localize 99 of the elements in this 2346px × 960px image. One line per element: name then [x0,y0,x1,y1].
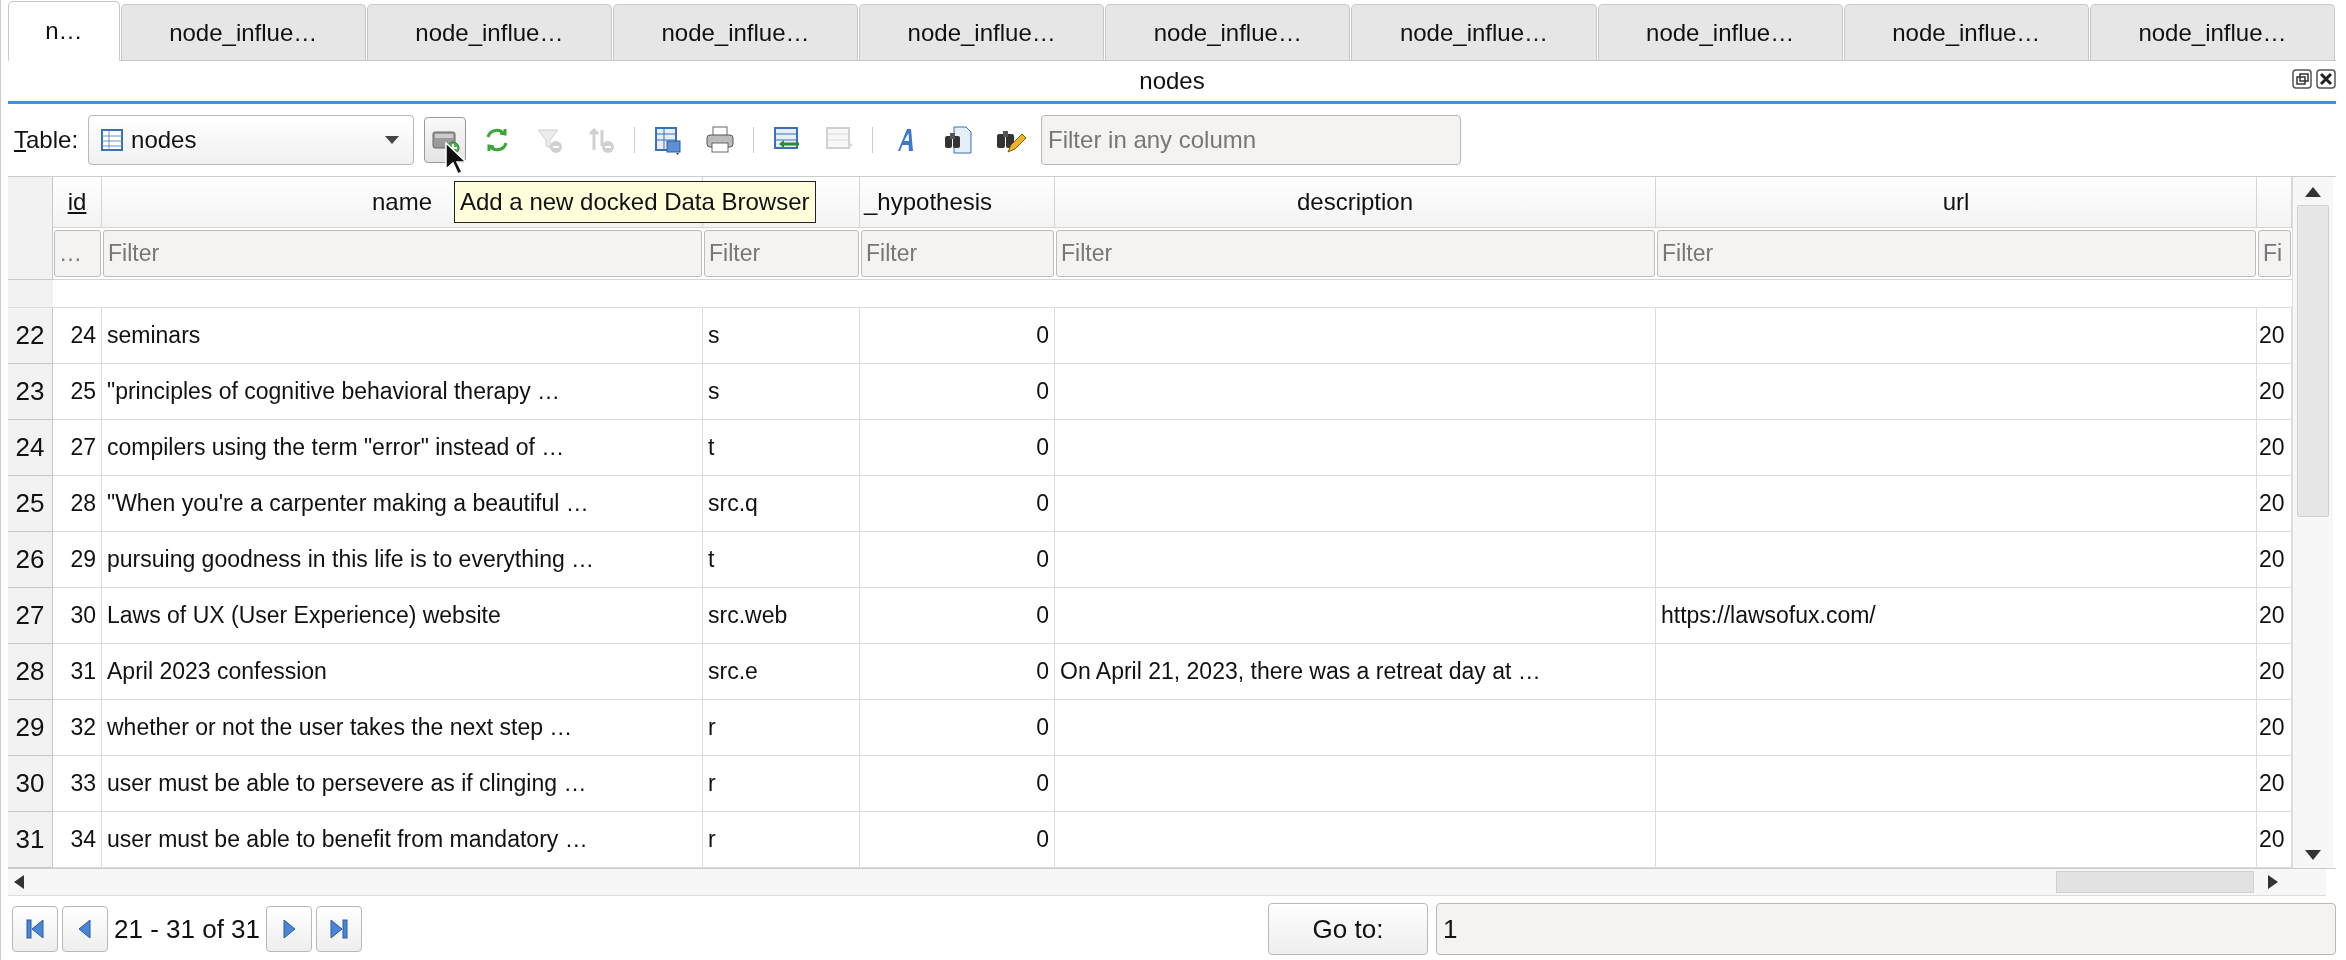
last-page-button[interactable] [316,906,362,952]
page-range: 21 - 31 of 31 [114,913,260,945]
tab[interactable]: node_influe… [1351,4,1597,60]
table-cell: 0 [860,756,1055,812]
column-filter-field[interactable]: Filter [1657,230,2256,277]
scroll-right-icon [2268,875,2278,889]
column-header[interactable]: description [1055,177,1656,228]
tooltip: Add a new docked Data Browser [454,181,816,223]
table-cell: 0 [860,532,1055,588]
row-number[interactable]: 30 [8,756,53,812]
close-icon[interactable] [2316,69,2336,89]
table-cell: r [703,812,860,868]
table-cell: src.web [703,588,860,644]
column-filter-field[interactable]: Filter [861,230,1054,277]
table-cell: 25 [53,364,102,420]
table-cell: "principles of cognitive behavioral therapy … [102,364,703,420]
table-cell: On April 21, 2023, there was a retreat day at … [1055,644,1656,700]
vertical-scrollbar[interactable] [2292,177,2333,868]
go-to-field[interactable]: 1 [1436,903,2336,955]
table-cell: 0 [860,476,1055,532]
float-icon[interactable] [2292,69,2312,89]
column-filter-field[interactable]: … [54,230,101,277]
table-cell: user must be able to persevere as if clinging … [102,756,703,812]
row-number[interactable]: 31 [8,812,53,868]
table-cell: 0 [860,308,1055,364]
table-cell: 0 [860,700,1055,756]
table-cell: r [703,700,860,756]
table-cell: 0 [860,420,1055,476]
table-cell: 24 [53,308,102,364]
next-page-button[interactable] [266,906,312,952]
tab[interactable]: node_influe… [120,4,366,60]
row-number[interactable]: 25 [8,476,53,532]
row-number[interactable]: 23 [8,364,53,420]
mouse-pointer-icon [444,141,466,175]
tab[interactable]: node_influe… [1105,4,1351,60]
caret-icon [385,136,400,144]
table-cell: 0 [860,644,1055,700]
first-page-icon [25,918,45,940]
table-cell: src.q [703,476,860,532]
table-cell: 30 [53,588,102,644]
binoculars-document-icon [942,124,975,156]
table-cell: Laws of UX (User Experience) website [102,588,703,644]
table-cell: pursuing goodness in this life is to everything … [102,532,703,588]
row-number[interactable]: 24 [8,420,53,476]
scroll-up-icon [2305,187,2321,197]
row-number[interactable]: 22 [8,308,53,364]
column-header[interactable]: url [1656,177,2257,228]
column-header[interactable]: id [53,177,102,228]
table-cell: 28 [53,476,102,532]
table-cell: t [703,420,860,476]
table-cell: s [703,364,860,420]
tab[interactable]: node_influe… [1597,4,1843,60]
table-cell: user must be able to benefit from mandatory … [102,812,703,868]
table-cell: https://lawsofux.com/ [1656,588,2257,644]
tab[interactable]: n… [8,1,120,61]
tab[interactable]: node_influe… [2089,4,2336,60]
table-cell: 29 [53,532,102,588]
first-page-button[interactable] [12,906,58,952]
go-to-button[interactable]: Go to: [1268,903,1428,955]
table-cell: src.e [703,644,860,700]
table-icon [101,129,124,151]
column-filter-field[interactable]: Fi [2258,230,2291,277]
table-cell: compilers using the term "error" instead of … [102,420,703,476]
table-cell: whether or not the user takes the next step … [102,700,703,756]
table-cell: r [703,756,860,812]
table-cell: seminars [102,308,703,364]
tab[interactable]: node_influe… [859,4,1105,60]
row-number[interactable]: 26 [8,532,53,588]
tab[interactable]: node_influe… [366,4,612,60]
table-cell: 31 [53,644,102,700]
row-number[interactable]: 27 [8,588,53,644]
table-cell: 0 [860,812,1055,868]
tab[interactable]: node_influe… [612,4,859,60]
previous-page-button[interactable] [62,906,108,952]
table-cell: t [703,532,860,588]
scroll-down-icon [2305,850,2321,860]
table-cell: 34 [53,812,102,868]
table-cell: 0 [860,588,1055,644]
column-filter-field[interactable]: Filter [103,230,702,277]
table-label: Table: [14,126,79,154]
scroll-left-icon [14,875,24,889]
last-page-icon [329,918,349,940]
table-cell: 0 [860,364,1055,420]
dock-title: nodes [1139,67,1205,95]
table-cell: "When you're a carpenter making a beautiful … [102,476,703,532]
table-dropdown[interactable]: nodes [88,115,415,165]
table-cell: 32 [53,700,102,756]
table-cell: April 2023 confession [102,644,703,700]
tab[interactable]: node_influe… [1843,4,2089,60]
row-number[interactable]: 28 [8,644,53,700]
table-cell: 27 [53,420,102,476]
column-header[interactable]: _hypothesis [860,177,1055,228]
table-cell: 33 [53,756,102,812]
row-number[interactable]: 29 [8,700,53,756]
column-filter-field[interactable]: Filter [704,230,859,277]
printer-icon [704,124,737,156]
column-filter-field[interactable]: Filter [1056,230,1655,277]
filter-field[interactable]: Filter in any column [1041,115,1462,165]
table-cell: s [703,308,860,364]
